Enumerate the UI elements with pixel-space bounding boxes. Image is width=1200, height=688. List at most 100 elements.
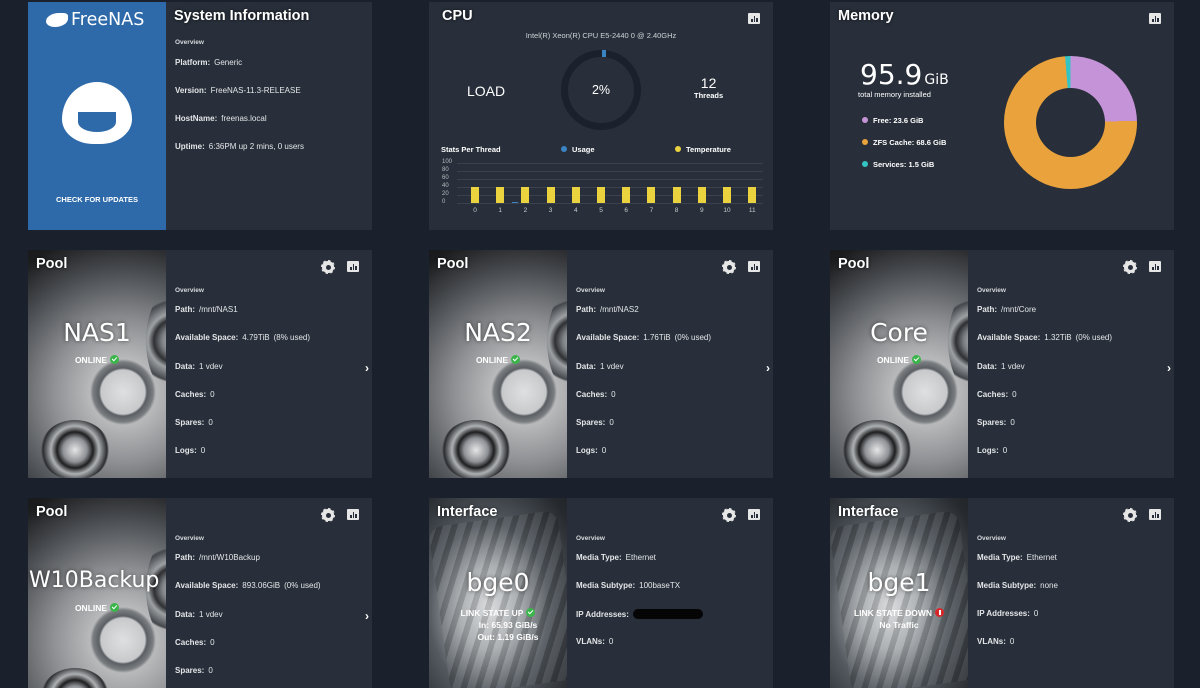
x-tick-label: 8 bbox=[674, 207, 679, 214]
free-dot-icon bbox=[862, 117, 868, 123]
pool-status: ONLINE bbox=[28, 355, 166, 365]
check-for-updates-button[interactable]: CHECK FOR UPDATES bbox=[28, 195, 166, 204]
chevron-right-icon[interactable]: › bbox=[766, 361, 770, 375]
data-field: Data: 1 vdev bbox=[977, 362, 1025, 371]
usage-dot-icon bbox=[561, 146, 567, 152]
gear-icon bbox=[321, 508, 335, 522]
ip-addresses-field: IP Addresses: bbox=[576, 609, 703, 619]
bar-chart-icon bbox=[748, 509, 760, 520]
interface-reports-button[interactable] bbox=[748, 509, 760, 521]
card-title: Pool bbox=[838, 256, 870, 272]
stats-per-thread-label: Stats Per Thread bbox=[441, 145, 501, 154]
usage-bar bbox=[512, 202, 519, 203]
chevron-right-icon[interactable]: › bbox=[365, 361, 369, 375]
pool-image: Pool Core ONLINE bbox=[830, 250, 968, 478]
load-value: 2% bbox=[591, 83, 611, 97]
pool-reports-button[interactable] bbox=[1149, 261, 1161, 273]
ip-addresses-field: IP Addresses: 0 bbox=[977, 609, 1039, 618]
x-tick-label: 2 bbox=[523, 207, 528, 214]
pool-reports-button[interactable] bbox=[748, 261, 760, 273]
pool-name: NAS2 bbox=[464, 318, 532, 347]
temperature-bar bbox=[672, 187, 681, 203]
platform-field: Platform: Generic bbox=[175, 58, 243, 67]
data-field: Data: 1 vdev bbox=[175, 362, 223, 371]
gridline bbox=[457, 163, 763, 164]
pool-settings-button[interactable] bbox=[321, 260, 335, 274]
chevron-right-icon[interactable]: › bbox=[365, 609, 369, 623]
temperature-bar bbox=[571, 187, 580, 203]
overview-label: Overview bbox=[977, 535, 1006, 542]
y-tick-label: 40 bbox=[442, 183, 449, 189]
legend-free: Free: 23.6 GiB bbox=[862, 116, 923, 125]
caches-field: Caches: 0 bbox=[175, 638, 215, 647]
gear-icon bbox=[321, 260, 335, 274]
bar-chart-icon bbox=[1149, 13, 1161, 24]
pool-settings-button[interactable] bbox=[722, 260, 736, 274]
services-dot-icon bbox=[862, 161, 868, 167]
path-field: Path:/mnt/Core bbox=[977, 305, 1037, 314]
temperature-bar bbox=[597, 187, 605, 203]
logs-field: Logs: 0 bbox=[175, 446, 206, 455]
pool-image: Pool NAS1 ONLINE bbox=[28, 250, 166, 478]
brand-name: FreeNAS bbox=[71, 10, 145, 30]
check-circle-icon bbox=[110, 603, 120, 612]
bar-chart-icon bbox=[347, 261, 359, 272]
pool-image: Pool W10Backup ONLINE bbox=[28, 498, 166, 688]
cpu-reports-button[interactable] bbox=[748, 13, 760, 25]
pool-settings-button[interactable] bbox=[1123, 260, 1137, 274]
pool-card-core: Pool Core ONLINE Overview Path:/mnt/Core… bbox=[830, 250, 1174, 478]
x-tick-label: 7 bbox=[649, 207, 654, 214]
cpu-load-gauge: 2% bbox=[561, 50, 641, 130]
gear-icon bbox=[722, 508, 736, 522]
pool-name: Core bbox=[870, 318, 928, 347]
freenas-branding-panel: FreeNAS CHECK FOR UPDATES bbox=[28, 2, 166, 230]
temperature-bar bbox=[622, 187, 631, 203]
card-title: Interface bbox=[838, 504, 899, 520]
available-space-field: Available Space: 893.06GiB (0% used) bbox=[175, 581, 321, 590]
overview-label: Overview bbox=[175, 287, 204, 294]
overview-label: Overview bbox=[175, 535, 204, 542]
gear-icon bbox=[1123, 260, 1137, 274]
bar-chart-icon bbox=[748, 13, 760, 24]
card-title: CPU bbox=[442, 8, 473, 24]
y-tick-label: 60 bbox=[442, 175, 449, 181]
pool-image: Pool NAS2 ONLINE bbox=[429, 250, 567, 478]
version-field: Version: FreeNAS-11.3-RELEASE bbox=[175, 86, 301, 95]
pool-settings-button[interactable] bbox=[321, 508, 335, 522]
media-type-field: Media Type: Ethernet bbox=[977, 553, 1057, 562]
caches-field: Caches: 0 bbox=[175, 390, 215, 399]
path-field: Path:/mnt/NAS1 bbox=[175, 305, 238, 314]
memory-donut-chart bbox=[1004, 56, 1137, 189]
total-memory-label: total memory installed bbox=[858, 90, 931, 99]
pool-name: NAS1 bbox=[63, 318, 131, 347]
x-tick-label: 3 bbox=[548, 207, 553, 214]
x-tick-label: 1 bbox=[498, 207, 502, 214]
legend-usage: Usage bbox=[561, 145, 595, 154]
total-memory: 95.9 GiB bbox=[860, 58, 949, 91]
card-title: Interface bbox=[437, 504, 498, 520]
memory-card: Memory 95.9 GiB total memory installed Fr… bbox=[830, 2, 1174, 230]
x-tick-label: 0 bbox=[473, 207, 477, 214]
interface-settings-button[interactable] bbox=[722, 508, 736, 522]
logs-field: Logs: 0 bbox=[977, 446, 1008, 455]
overview-label: Overview bbox=[576, 287, 605, 294]
interface-reports-button[interactable] bbox=[1149, 509, 1161, 521]
logs-field: Logs: 0 bbox=[576, 446, 607, 455]
x-tick-label: 5 bbox=[599, 207, 603, 214]
available-space-field: Available Space: 1.76TiB (0% used) bbox=[576, 333, 712, 342]
pool-reports-button[interactable] bbox=[347, 509, 359, 521]
memory-reports-button[interactable] bbox=[1149, 13, 1161, 25]
temperature-bar bbox=[471, 187, 479, 203]
x-tick-label: 9 bbox=[699, 207, 704, 214]
path-field: Path:/mnt/W10Backup bbox=[175, 553, 260, 562]
interface-settings-button[interactable] bbox=[1123, 508, 1137, 522]
card-title: Pool bbox=[36, 256, 68, 272]
chevron-right-icon[interactable]: › bbox=[1167, 361, 1171, 375]
pool-card-w10backup: Pool W10Backup ONLINE Overview Path:/mnt… bbox=[28, 498, 372, 688]
gear-icon bbox=[1123, 508, 1137, 522]
legend-services: Services: 1.5 GiB bbox=[862, 160, 934, 169]
pool-reports-button[interactable] bbox=[347, 261, 359, 273]
legend-zfs-cache: ZFS Cache: 68.6 GiB bbox=[862, 138, 946, 147]
bar-chart-icon bbox=[1149, 261, 1161, 272]
x-tick-label: 4 bbox=[573, 207, 578, 214]
